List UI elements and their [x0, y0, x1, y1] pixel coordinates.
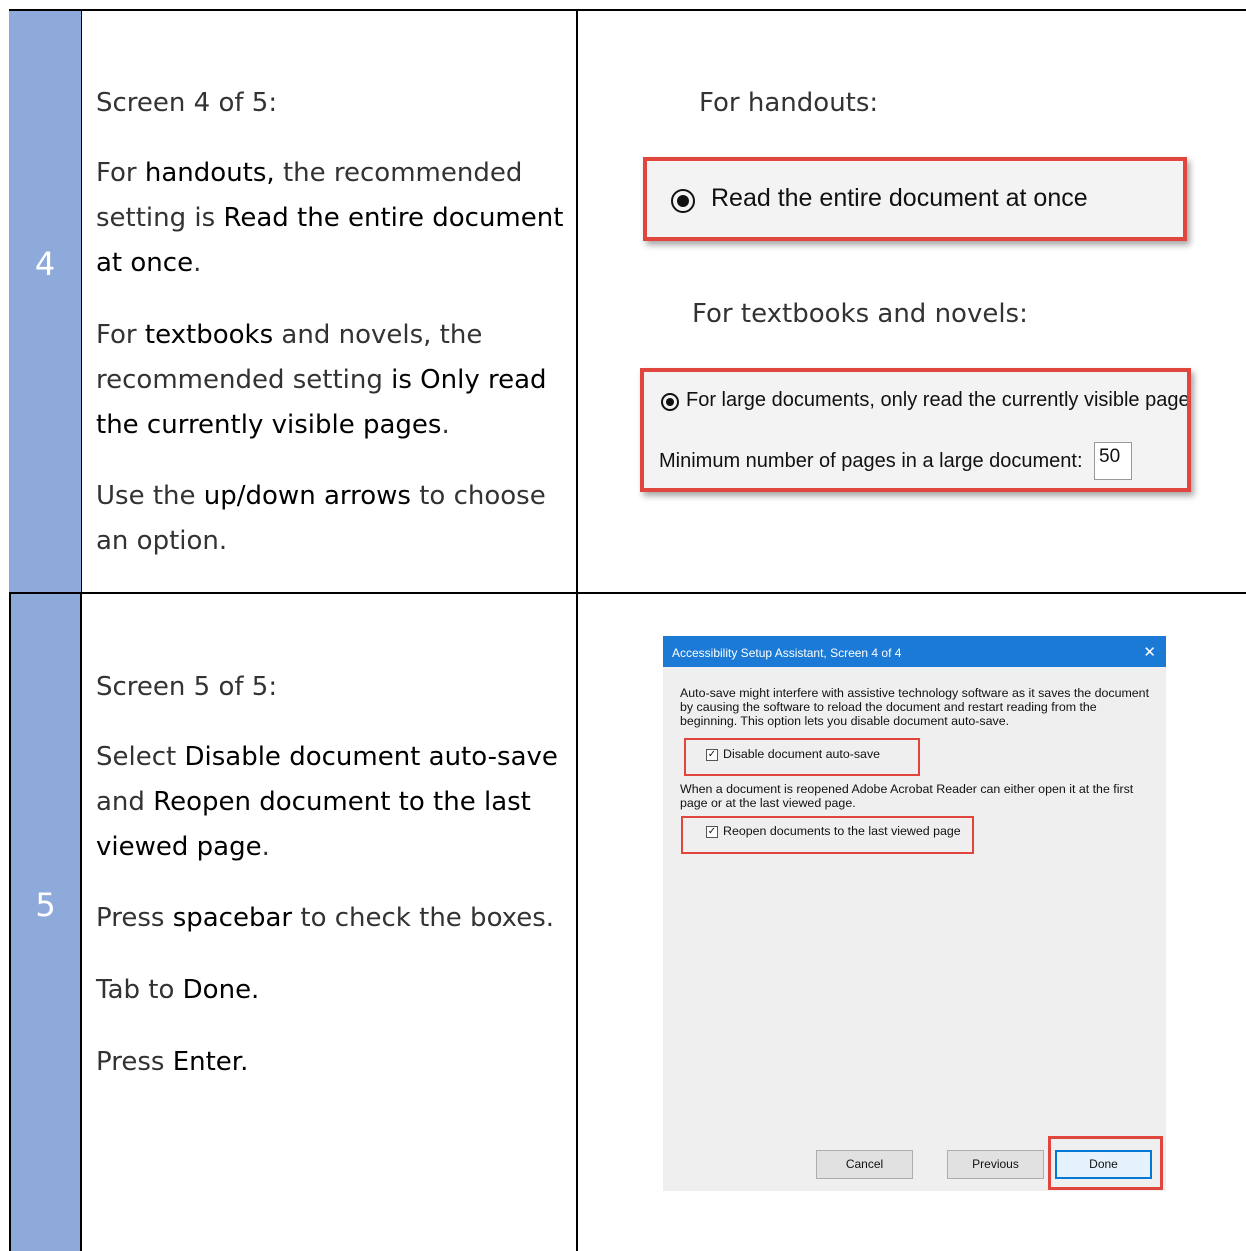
radio-selected-icon: [671, 189, 695, 213]
read-entire-document-label: Read the entire document at once: [711, 184, 1088, 212]
disable-autosave-checkbox[interactable]: ✓: [706, 749, 718, 761]
row4-textbooks-paragraph: For textbooks and novels, the recommende…: [96, 320, 547, 440]
textbooks-caption: For textbooks and novels:: [692, 299, 1028, 329]
radio-selected-icon: [661, 393, 679, 411]
step-column-row5: 5: [11, 594, 80, 1251]
dialog-title-bar: Accessibility Setup Assistant, Screen 4 …: [663, 636, 1166, 667]
disable-autosave-label: Disable document auto-save: [723, 747, 881, 761]
dialog-title: Accessibility Setup Assistant, Screen 4 …: [672, 646, 902, 660]
reopen-documents-label: Reopen documents to the last viewed page: [723, 824, 961, 838]
step-number-5: 5: [35, 886, 56, 924]
row5-screen-label: Screen 5 of 5:: [96, 672, 278, 702]
table-top-border: [9, 9, 1246, 11]
close-icon[interactable]: ✕: [1143, 643, 1156, 661]
accessibility-setup-dialog: Accessibility Setup Assistant, Screen 4 …: [663, 636, 1166, 1191]
step-column-row4: 4: [9, 11, 81, 592]
min-pages-input: 50: [1094, 442, 1132, 480]
row5-spacebar-paragraph: Press spacebar to check the boxes.: [96, 903, 555, 933]
autosave-description: Auto-save might interfere with assistive…: [680, 686, 1150, 728]
row5-select-paragraph: Select Disable document auto-save and Re…: [96, 742, 558, 862]
row4-arrows-paragraph: Use the up/down arrows to choose an opti…: [96, 481, 546, 556]
table-row-divider: [9, 592, 1246, 594]
reopen-documents-checkbox[interactable]: ✓: [706, 826, 718, 838]
large-documents-option-label: For large documents, only read the curre…: [686, 389, 1191, 411]
cancel-button[interactable]: Cancel: [816, 1150, 913, 1179]
row5-enter-paragraph: Press Enter.: [96, 1047, 249, 1077]
large-documents-screenshot: For large documents, only read the curre…: [640, 368, 1191, 492]
previous-button[interactable]: Previous: [947, 1150, 1044, 1179]
min-pages-label: Minimum number of pages in a large docum…: [659, 450, 1083, 472]
reopen-description: When a document is reopened Adobe Acroba…: [680, 782, 1134, 810]
step-number-4: 4: [34, 245, 56, 283]
row4-handouts-paragraph: For handouts, the recommended setting is…: [96, 158, 564, 278]
middle-column-border: [576, 9, 578, 1251]
read-entire-document-screenshot: Read the entire document at once: [643, 157, 1187, 241]
done-button[interactable]: Done: [1055, 1150, 1152, 1179]
row4-screen-label: Screen 4 of 5:: [96, 88, 278, 118]
handouts-caption: For handouts:: [699, 88, 879, 118]
row5-tab-paragraph: Tab to Done.: [96, 975, 260, 1005]
